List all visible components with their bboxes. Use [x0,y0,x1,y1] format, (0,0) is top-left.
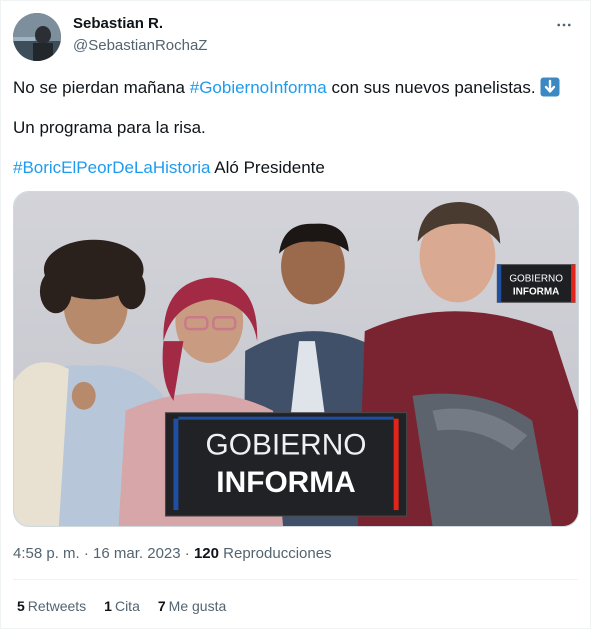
views-label: Reproducciones [218,545,332,562]
likes-stat[interactable]: 7 Me gusta [158,598,226,614]
author-name[interactable]: Sebastian R. [73,15,163,32]
quotes-stat[interactable]: 1 Cita [104,598,140,614]
hashtag-gobierno-informa[interactable]: #GobiernoInforma [190,78,327,97]
tweet-line-3: #BoricElPeorDeLaHistoria Aló Presidente [13,158,325,177]
avatar[interactable] [13,13,61,61]
down-arrow-emoji-icon [540,77,560,97]
divider [13,579,578,580]
views-count: 120 [193,545,219,562]
tweet-media-image[interactable]: GOBIERNO INFORMA GOBIERNO INFORMA [13,191,579,527]
retweets-stat[interactable]: 5 Retweets [17,598,86,614]
avatar-image [13,13,61,61]
tweet-date[interactable]: 16 mar. 2023 [93,545,181,562]
tweet-line-2: Un programa para la risa. [13,118,206,137]
promo-photo: GOBIERNO INFORMA GOBIERNO INFORMA [14,192,578,526]
more-icon [557,23,571,27]
main-logo-line2: INFORMA [216,466,355,499]
small-logo-line2: INFORMA [513,286,559,297]
tweet-time[interactable]: 4:58 p. m. [13,545,80,562]
tweet-meta: 4:58 p. m. · 16 mar. 2023 · 120 Reproduc… [13,545,332,562]
author-handle[interactable]: @SebastianRochaZ [73,37,207,54]
small-logo-line1: GOBIERNO [509,273,563,284]
main-logo-line1: GOBIERNO [206,428,367,461]
more-options-button[interactable] [554,15,574,35]
engagement-stats: 5 Retweets 1 Cita 7 Me gusta [17,598,226,614]
hashtag-boric[interactable]: #BoricElPeorDeLaHistoria [13,158,210,177]
tweet-text: No se pierdan mañana #GobiernoInforma co… [13,77,581,197]
tweet-card: Sebastian R. @SebastianRochaZ No se pier… [0,0,591,629]
tweet-line-1: No se pierdan mañana #GobiernoInforma co… [13,77,581,99]
